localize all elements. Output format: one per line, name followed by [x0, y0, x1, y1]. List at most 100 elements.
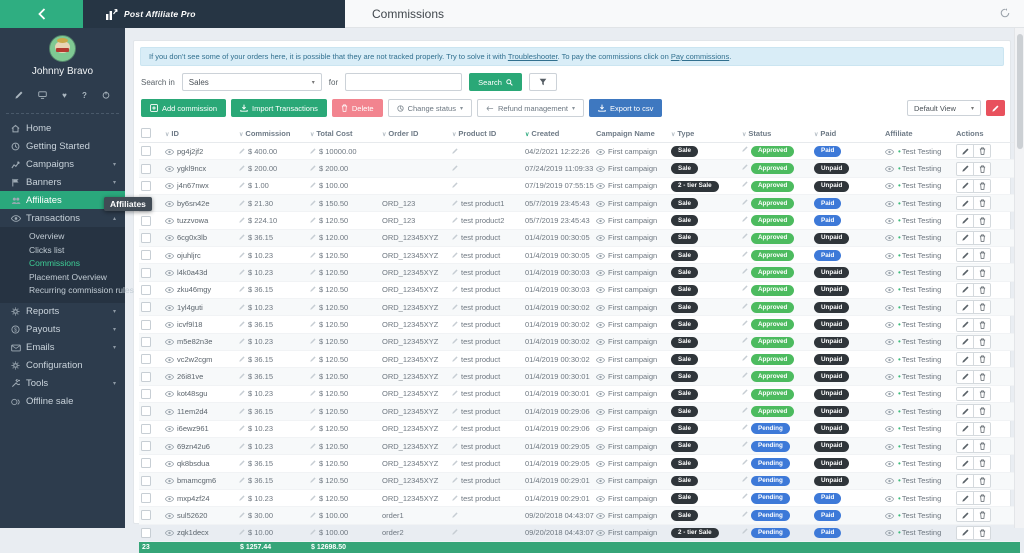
inline-edit-icon[interactable] — [310, 373, 316, 379]
eye-icon[interactable] — [596, 496, 605, 502]
inline-edit-icon[interactable] — [452, 512, 458, 518]
inline-edit-icon[interactable] — [310, 304, 316, 310]
eye-icon[interactable] — [596, 201, 605, 207]
inline-edit-icon[interactable] — [239, 356, 245, 362]
edit-view-button[interactable] — [986, 100, 1005, 116]
edit-row-button[interactable] — [957, 527, 973, 539]
type-badge[interactable]: Sale — [671, 510, 698, 521]
filter-button[interactable] — [529, 73, 557, 91]
eye-icon[interactable] — [885, 305, 894, 311]
eye-icon[interactable] — [165, 235, 174, 241]
paid-badge[interactable]: Unpaid — [814, 163, 849, 174]
paid-badge[interactable]: Unpaid — [814, 458, 849, 469]
paid-badge[interactable]: Paid — [814, 510, 841, 521]
inline-edit-icon[interactable] — [452, 200, 458, 206]
sidebar-item-getting-started[interactable]: Getting Started — [0, 137, 125, 155]
eye-icon[interactable] — [596, 149, 605, 155]
inline-edit-icon[interactable] — [452, 443, 458, 449]
inline-edit-icon[interactable] — [310, 182, 316, 188]
row-checkbox[interactable] — [141, 250, 151, 260]
sidebar-item-configuration[interactable]: Configuration — [0, 357, 125, 375]
inline-edit-icon[interactable] — [452, 148, 458, 154]
inline-edit-icon[interactable] — [239, 304, 245, 310]
eye-icon[interactable] — [165, 305, 174, 311]
row-checkbox[interactable] — [141, 354, 151, 364]
status-badge[interactable]: Approved — [751, 406, 794, 417]
inline-edit-icon[interactable] — [310, 443, 316, 449]
paid-badge[interactable]: Paid — [814, 198, 841, 209]
type-badge[interactable]: Sale — [671, 458, 698, 469]
paid-badge[interactable]: Unpaid — [814, 389, 849, 400]
sidebar-item-banners[interactable]: Banners ▾ — [0, 173, 125, 191]
inline-edit-icon[interactable] — [742, 459, 748, 465]
eye-icon[interactable] — [885, 322, 894, 328]
eye-icon[interactable] — [885, 339, 894, 345]
row-checkbox[interactable] — [141, 181, 151, 191]
type-badge[interactable]: Sale — [671, 163, 698, 174]
status-badge[interactable]: Pending — [751, 493, 790, 504]
eye-icon[interactable] — [596, 305, 605, 311]
inline-edit-icon[interactable] — [742, 181, 748, 187]
eye-icon[interactable] — [165, 426, 174, 432]
eye-icon[interactable] — [165, 166, 174, 172]
column-header-type[interactable]: ∨Type — [669, 124, 740, 143]
paid-badge[interactable]: Paid — [814, 250, 841, 261]
inline-edit-icon[interactable] — [239, 390, 245, 396]
edit-row-button[interactable] — [957, 371, 973, 383]
status-badge[interactable]: Approved — [751, 285, 794, 296]
inline-edit-icon[interactable] — [742, 268, 748, 274]
edit-row-button[interactable] — [957, 197, 973, 209]
status-badge[interactable]: Approved — [751, 267, 794, 278]
eye-icon[interactable] — [596, 478, 605, 484]
type-badge[interactable]: Sale — [671, 337, 698, 348]
paid-badge[interactable]: Unpaid — [814, 423, 849, 434]
submenu-item-clicks-list[interactable]: Clicks list — [0, 244, 125, 258]
type-badge[interactable]: Sale — [671, 302, 698, 313]
edit-row-button[interactable] — [957, 405, 973, 417]
type-badge[interactable]: 2 - tier Sale — [671, 528, 719, 539]
avatar[interactable] — [49, 35, 76, 62]
inline-edit-icon[interactable] — [239, 269, 245, 275]
inline-edit-icon[interactable] — [310, 165, 316, 171]
eye-icon[interactable] — [165, 270, 174, 276]
sidebar-item-campaigns[interactable]: Campaigns ▾ — [0, 155, 125, 173]
inline-edit-icon[interactable] — [742, 251, 748, 257]
inline-edit-icon[interactable] — [310, 495, 316, 501]
row-checkbox[interactable] — [141, 164, 151, 174]
inline-edit-icon[interactable] — [742, 476, 748, 482]
eye-icon[interactable] — [885, 426, 894, 432]
edit-row-button[interactable] — [957, 388, 973, 400]
inline-edit-icon[interactable] — [742, 528, 748, 534]
delete-row-button[interactable] — [973, 423, 990, 435]
inline-edit-icon[interactable] — [742, 424, 748, 430]
paid-badge[interactable]: Unpaid — [814, 441, 849, 452]
sidebar-item-reports[interactable]: Reports ▾ — [0, 303, 125, 321]
eye-icon[interactable] — [165, 253, 174, 259]
paid-badge[interactable]: Unpaid — [814, 406, 849, 417]
type-badge[interactable]: Sale — [671, 146, 698, 157]
inline-edit-icon[interactable] — [239, 338, 245, 344]
vertical-scrollbar[interactable] — [1014, 28, 1024, 528]
eye-icon[interactable] — [885, 374, 894, 380]
eye-icon[interactable] — [165, 409, 174, 415]
row-checkbox[interactable] — [141, 389, 151, 399]
eye-icon[interactable] — [596, 183, 605, 189]
sidebar-item-payouts[interactable]: $ Payouts ▾ — [0, 321, 125, 339]
sort-icon[interactable]: ∨ — [165, 132, 169, 138]
inline-edit-icon[interactable] — [452, 390, 458, 396]
delete-row-button[interactable] — [973, 371, 990, 383]
status-badge[interactable]: Pending — [751, 423, 790, 434]
row-checkbox[interactable] — [141, 458, 151, 468]
edit-row-button[interactable] — [957, 232, 973, 244]
refresh-button[interactable] — [1000, 5, 1010, 23]
sidebar-item-emails[interactable]: Emails ▾ — [0, 339, 125, 357]
delete-row-button[interactable] — [973, 475, 990, 487]
scrollbar-thumb[interactable] — [1017, 34, 1023, 149]
edit-row-button[interactable] — [957, 336, 973, 348]
submenu-item-commissions[interactable]: Commissions — [0, 257, 125, 271]
delete-row-button[interactable] — [973, 492, 990, 504]
eye-icon[interactable] — [596, 235, 605, 241]
status-badge[interactable]: Approved — [751, 146, 794, 157]
inline-edit-icon[interactable] — [742, 389, 748, 395]
eye-icon[interactable] — [596, 426, 605, 432]
